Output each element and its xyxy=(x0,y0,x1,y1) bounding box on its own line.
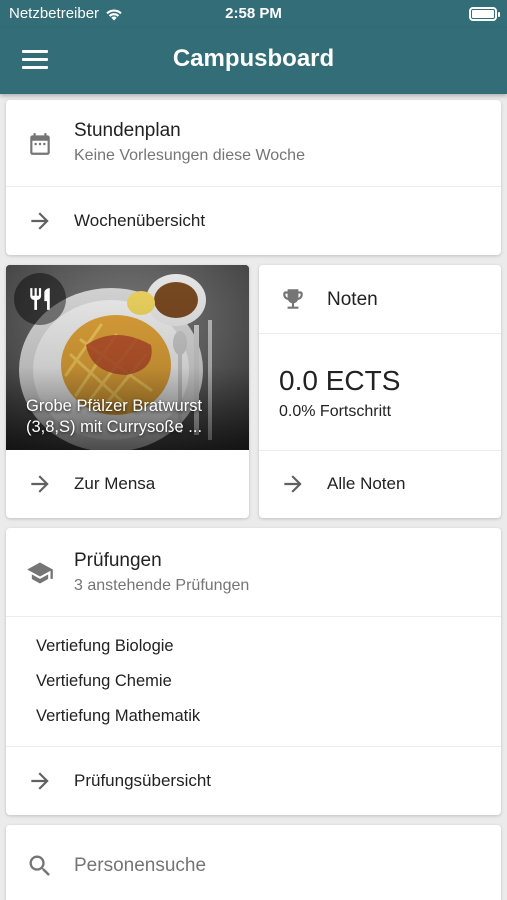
graduation-cap-icon xyxy=(27,562,53,584)
arrow-right-icon xyxy=(31,772,49,790)
app-bar: Campusboard xyxy=(0,28,507,94)
exams-card: Prüfungen 3 anstehende Prüfungen Vertief… xyxy=(6,528,501,815)
mensa-link-label: Zur Mensa xyxy=(74,474,156,493)
arrow-right-icon xyxy=(31,475,49,493)
exam-overview-label: Prüfungsübersicht xyxy=(74,771,212,790)
schedule-title: Stundenplan xyxy=(74,120,181,141)
divider xyxy=(6,616,501,617)
exams-title: Prüfungen xyxy=(74,550,162,571)
list-item[interactable]: Vertiefung Mathematik xyxy=(36,707,200,726)
grades-card: Noten 0.0 ECTS 0.0% Fortschritt Alle Not… xyxy=(259,265,501,518)
list-item[interactable]: Vertiefung Chemie xyxy=(36,672,172,691)
search-input[interactable]: Personensuche xyxy=(74,855,206,877)
dish-name-line2: (3,8,S) mit Currysoße ... xyxy=(26,418,203,436)
cutlery-icon-badge xyxy=(14,273,66,325)
cutlery-icon xyxy=(30,288,50,310)
clock: 2:58 PM xyxy=(225,5,282,22)
mensa-link[interactable]: Zur Mensa xyxy=(6,450,249,518)
page-title: Campusboard xyxy=(172,45,335,72)
weekly-overview-link[interactable]: Wochenübersicht xyxy=(6,187,501,255)
exam-overview-link[interactable]: Prüfungsübersicht xyxy=(6,747,501,815)
progress-value: 0.0% Fortschritt xyxy=(279,403,392,420)
ects-value: 0.0 ECTS xyxy=(279,365,401,396)
dish-name-line1: Grobe Pfälzer Bratwurst xyxy=(26,397,203,415)
schedule-subtitle: Keine Vorlesungen diese Woche xyxy=(74,147,305,164)
grades-title: Noten xyxy=(327,289,378,310)
calendar-icon xyxy=(30,133,50,155)
mensa-card: Grobe Pfälzer Bratwurst (3,8,S) mit Curr… xyxy=(6,265,249,518)
dish-photo[interactable]: Grobe Pfälzer Bratwurst (3,8,S) mit Curr… xyxy=(6,265,249,450)
list-item[interactable]: Vertiefung Biologie xyxy=(36,637,174,656)
schedule-card: Stundenplan Keine Vorlesungen diese Woch… xyxy=(6,100,501,255)
status-bar: Netzbetreiber 2:58 PM xyxy=(0,0,507,28)
battery-icon xyxy=(469,7,500,21)
all-grades-link[interactable]: Alle Noten xyxy=(259,450,501,518)
weekly-overview-label: Wochenübersicht xyxy=(74,211,206,230)
all-grades-label: Alle Noten xyxy=(327,474,406,493)
dish-name: Grobe Pfälzer Bratwurst (3,8,S) mit Curr… xyxy=(26,396,238,438)
trophy-icon xyxy=(283,289,303,309)
divider xyxy=(259,333,501,334)
exams-subtitle: 3 anstehende Prüfungen xyxy=(74,577,250,594)
arrow-right-icon xyxy=(31,212,49,230)
search-card[interactable]: Personensuche xyxy=(6,825,501,900)
search-icon xyxy=(29,855,50,876)
arrow-right-icon xyxy=(284,475,302,493)
